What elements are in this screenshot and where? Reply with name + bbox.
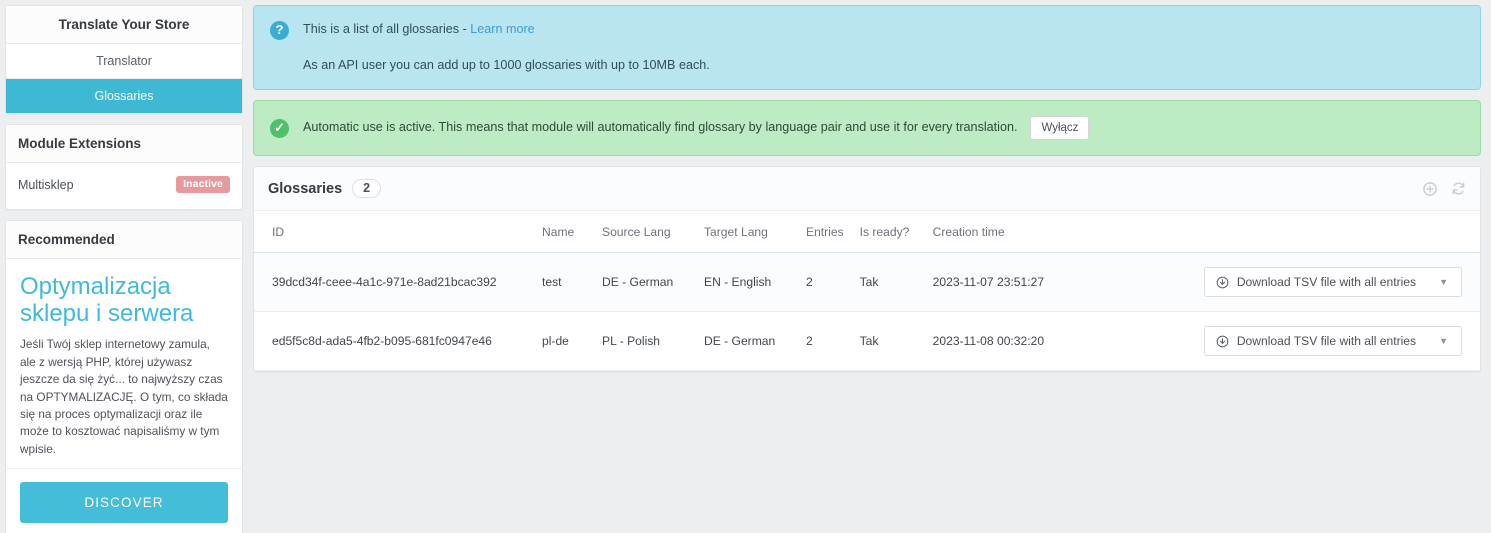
- cell-is-ready: Tak: [851, 252, 925, 313]
- discover-button[interactable]: DISCOVER: [20, 482, 228, 524]
- col-entries: Entries: [798, 211, 852, 254]
- table-head: ID Name Source Lang Target Lang Entries …: [254, 211, 1480, 254]
- cell-id: ed5f5c8d-ada5-4fb2-b095-681fc0947e46: [254, 311, 534, 372]
- question-circle-icon: ?: [270, 21, 289, 40]
- col-creation-time: Creation time: [924, 211, 1185, 254]
- promo-title: Optymalizacja sklepu i serwera: [20, 273, 194, 328]
- info-alert-line-1: This is a list of all glossaries - Learn…: [303, 20, 1464, 40]
- glossaries-title-group: Glossaries 2: [268, 179, 382, 199]
- sidebar-item-glossaries[interactable]: Glossaries: [6, 79, 242, 113]
- chevron-down-icon[interactable]: ▼: [1428, 270, 1461, 294]
- module-nav-panel: Translate Your Store Translator Glossari…: [5, 5, 243, 114]
- cell-entries: 2: [798, 311, 852, 372]
- promo-text: Jeśli Twój sklep internetowy zamula, ale…: [20, 337, 228, 456]
- download-icon: [1216, 335, 1229, 348]
- promo-footer: DISCOVER: [6, 468, 242, 533]
- download-tsv-main[interactable]: Download TSV file with all entries: [1205, 327, 1428, 355]
- sidebar-title: Translate Your Store: [6, 6, 242, 44]
- info-alert-body: This is a list of all glossaries - Learn…: [303, 20, 1464, 75]
- recommended-panel: Recommended Optymalizacja sklepu i serwe…: [5, 220, 243, 533]
- col-actions: [1184, 211, 1480, 254]
- col-target-lang: Target Lang: [696, 211, 798, 254]
- info-alert-text: This is a list of all glossaries -: [303, 22, 471, 36]
- status-badge: Inactive: [176, 176, 230, 193]
- chevron-down-icon[interactable]: ▼: [1428, 329, 1461, 353]
- extension-name: Multisklep: [18, 177, 74, 192]
- cell-name: pl-de: [534, 311, 594, 372]
- cell-source-lang: PL - Polish: [594, 311, 696, 372]
- module-extensions-title: Module Extensions: [6, 125, 242, 163]
- cell-actions: Download TSV file with all entries ▼: [1184, 252, 1480, 313]
- learn-more-link[interactable]: Learn more: [470, 22, 534, 36]
- recommended-title: Recommended: [6, 221, 242, 259]
- main-content: ? This is a list of all glossaries - Lea…: [253, 5, 1483, 533]
- success-alert-text: Automatic use is active. This means that…: [303, 120, 1018, 135]
- col-source-lang: Source Lang: [594, 211, 696, 254]
- sidebar-nav: Translator Glossaries: [6, 44, 242, 113]
- info-alert-line-2: As an API user you can add up to 1000 gl…: [303, 57, 710, 72]
- disable-automatic-use-button[interactable]: Wyłącz: [1030, 116, 1090, 141]
- cell-name: test: [534, 252, 594, 313]
- cell-target-lang: DE - German: [696, 311, 798, 372]
- glossaries-card: Glossaries 2 ID Name Source Lang Target …: [253, 166, 1481, 373]
- cell-actions: Download TSV file with all entries ▼: [1184, 311, 1480, 372]
- extension-row-multisklep[interactable]: Multisklep Inactive: [6, 163, 242, 209]
- download-tsv-label: Download TSV file with all entries: [1236, 334, 1417, 349]
- check-circle-icon: ✓: [270, 119, 289, 139]
- cell-target-lang: EN - English: [696, 252, 798, 313]
- download-tsv-label: Download TSV file with all entries: [1236, 275, 1417, 290]
- download-icon: [1216, 276, 1229, 289]
- card-actions: [1423, 181, 1466, 196]
- cell-creation-time: 2023-11-08 00:32:20: [924, 311, 1185, 372]
- sidebar: Translate Your Store Translator Glossari…: [5, 5, 243, 533]
- download-tsv-button[interactable]: Download TSV file with all entries ▼: [1203, 326, 1462, 357]
- glossaries-table: ID Name Source Lang Target Lang Entries …: [254, 211, 1480, 372]
- table-header-row: ID Name Source Lang Target Lang Entries …: [254, 211, 1480, 254]
- glossaries-card-header: Glossaries 2: [254, 167, 1480, 212]
- col-name: Name: [534, 211, 594, 254]
- refresh-icon[interactable]: [1451, 181, 1466, 196]
- page-root: Translate Your Store Translator Glossari…: [0, 0, 1491, 533]
- col-id: ID: [254, 211, 534, 254]
- glossaries-count-badge: 2: [352, 179, 382, 199]
- cell-creation-time: 2023-11-07 23:51:27: [924, 252, 1185, 313]
- cell-id: 39dcd34f-ceee-4a1c-971e-8ad21bcac392: [254, 252, 534, 313]
- success-alert-body: Automatic use is active. This means that…: [303, 116, 1464, 141]
- promo-body: Optymalizacja sklepu i serwera Jeśli Twó…: [6, 259, 242, 468]
- module-extensions-panel: Module Extensions Multisklep Inactive: [5, 124, 243, 210]
- card-title: Glossaries: [268, 180, 343, 197]
- plus-circle-icon[interactable]: [1423, 181, 1437, 196]
- table-row[interactable]: 39dcd34f-ceee-4a1c-971e-8ad21bcac392 tes…: [254, 252, 1480, 313]
- table-row[interactable]: ed5f5c8d-ada5-4fb2-b095-681fc0947e46 pl-…: [254, 311, 1480, 372]
- cell-is-ready: Tak: [851, 311, 925, 372]
- download-tsv-main[interactable]: Download TSV file with all entries: [1205, 268, 1428, 296]
- info-alert: ? This is a list of all glossaries - Lea…: [253, 5, 1481, 91]
- sidebar-item-translator[interactable]: Translator: [6, 44, 242, 79]
- cell-entries: 2: [798, 252, 852, 313]
- cell-source-lang: DE - German: [594, 252, 696, 313]
- download-tsv-button[interactable]: Download TSV file with all entries ▼: [1203, 267, 1462, 298]
- success-alert: ✓ Automatic use is active. This means th…: [253, 100, 1481, 157]
- table-body: 39dcd34f-ceee-4a1c-971e-8ad21bcac392 tes…: [254, 252, 1480, 372]
- col-is-ready: Is ready?: [851, 211, 925, 254]
